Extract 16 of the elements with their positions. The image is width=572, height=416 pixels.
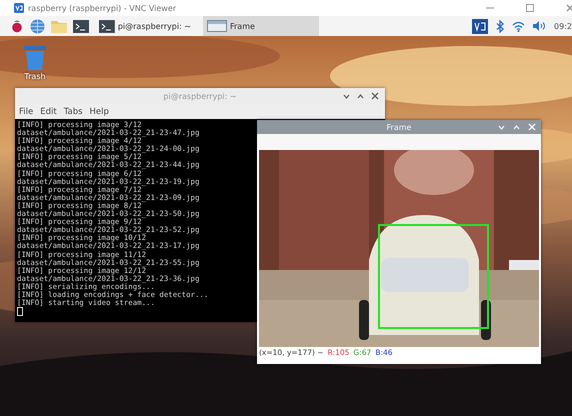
bluetooth-icon[interactable] — [496, 20, 504, 32]
raspberry-icon[interactable] — [10, 19, 24, 33]
maximize-icon[interactable] — [526, 4, 534, 12]
window-icon — [207, 20, 227, 32]
taskbar-button[interactable]: Frame — [203, 16, 319, 36]
volume-icon[interactable] — [533, 21, 546, 31]
globe-icon[interactable] — [30, 18, 45, 34]
terminal-icon — [99, 20, 115, 32]
window-title: raspberry (raspberrypi) - VNC Viewer — [28, 4, 178, 12]
terminal-icon[interactable] — [73, 20, 89, 32]
wifi-icon[interactable] — [512, 20, 526, 32]
taskbar-button[interactable]: pi@raspberrypi: ~ — [95, 16, 195, 36]
vnc-icon[interactable] — [472, 18, 488, 34]
clock: 09:2 — [554, 22, 572, 30]
close-icon[interactable] — [566, 4, 572, 12]
app-icon — [14, 3, 24, 13]
